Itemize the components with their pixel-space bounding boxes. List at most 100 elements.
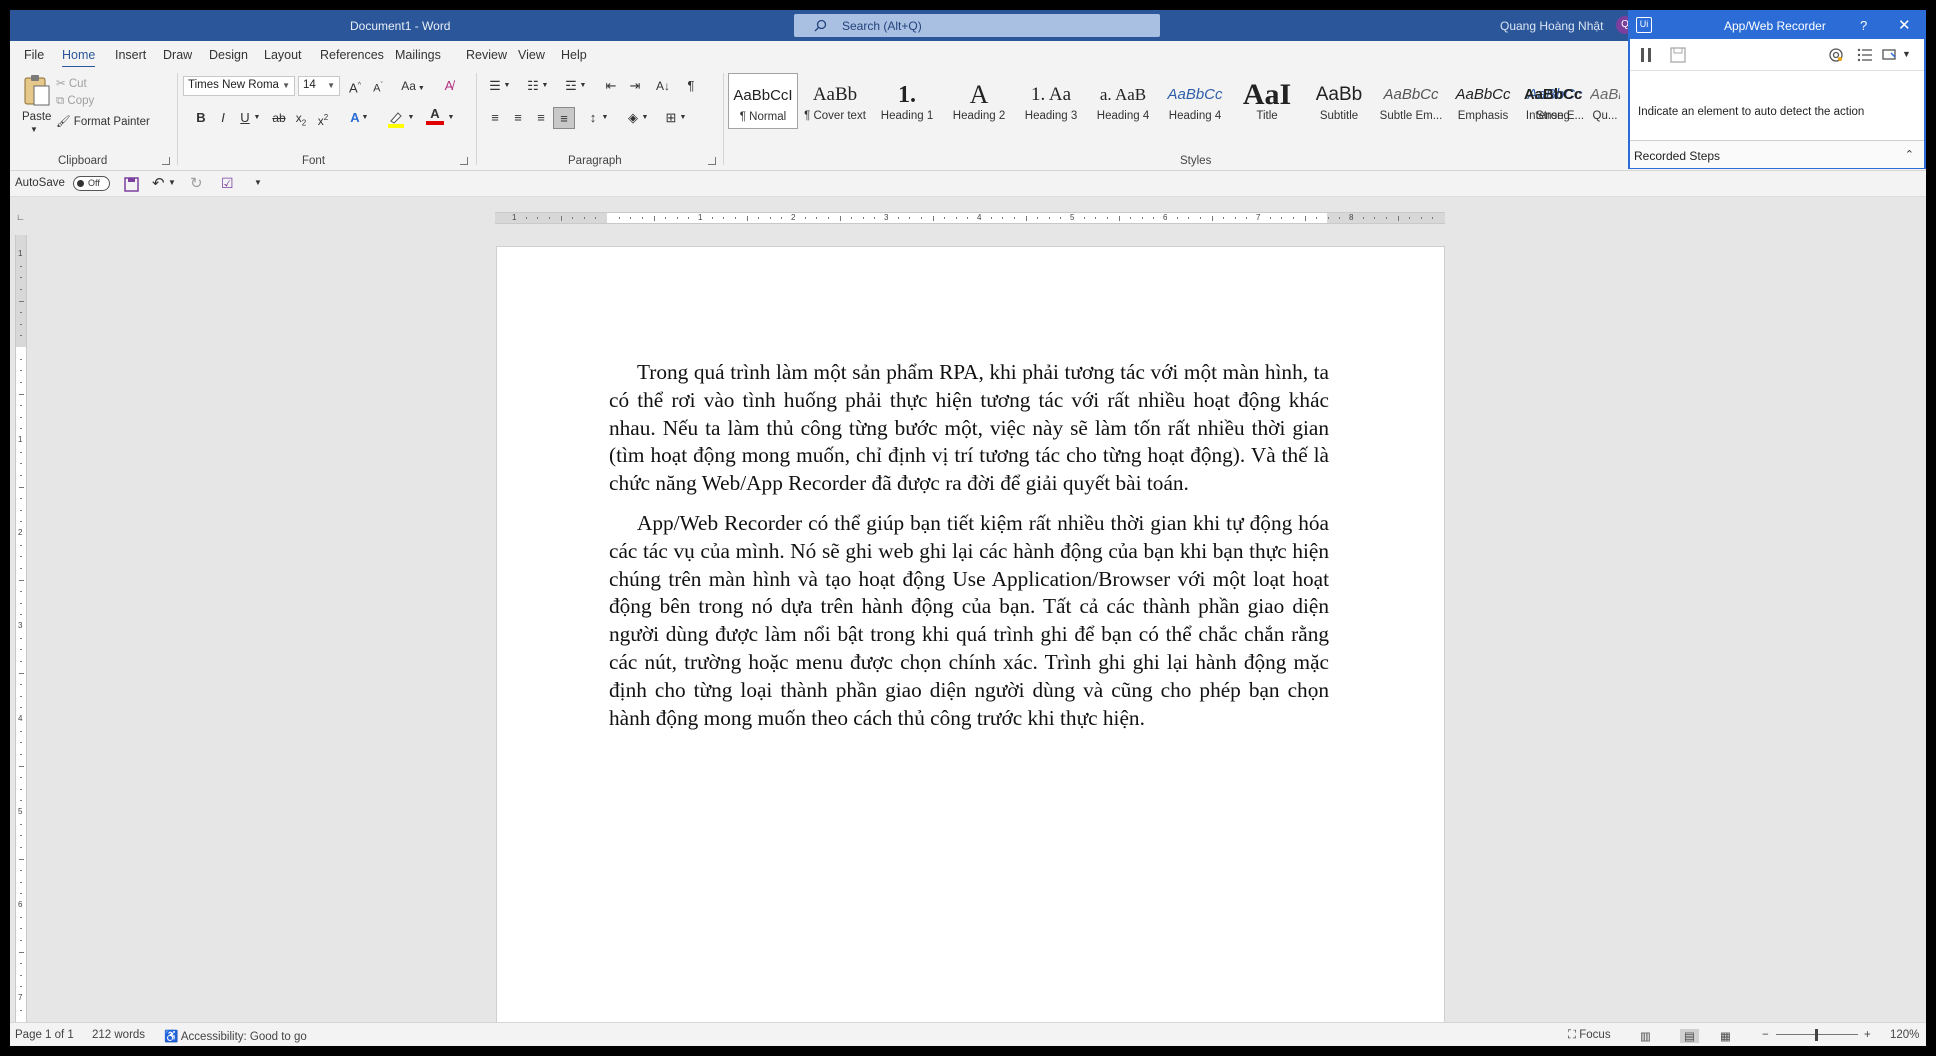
style-heading-3[interactable]: 1. Aa Heading 3 — [1016, 73, 1086, 129]
style-normal[interactable]: AaBbCcI ¶ Normal — [728, 73, 798, 129]
tab-draw[interactable]: Draw — [163, 48, 192, 62]
clear-formatting-icon[interactable]: A̸ — [438, 75, 460, 97]
paragraph-1[interactable]: Trong quá trình làm một sản phẩm RPA, kh… — [609, 359, 1329, 498]
font-size-dropdown[interactable]: 14 ▼ — [298, 76, 340, 96]
target-icon[interactable] — [1828, 47, 1844, 63]
recorded-steps-header[interactable]: Recorded Steps ⌃ — [1630, 140, 1924, 168]
undo-icon[interactable]: ↶ — [152, 174, 165, 192]
tab-file[interactable]: File — [24, 48, 44, 62]
tab-references[interactable]: References — [320, 48, 384, 62]
style-heading-2[interactable]: A Heading 2 — [944, 73, 1014, 129]
strikethrough-icon[interactable]: ab — [268, 107, 290, 129]
vertical-ruler[interactable]: 1 1 2 3 4 5 6 7 — [15, 235, 27, 1023]
tab-home[interactable]: Home — [62, 48, 96, 68]
tab-layout[interactable]: Layout — [264, 48, 302, 62]
capture-dropdown-icon[interactable]: ▼ — [1902, 49, 1911, 59]
redo-icon[interactable]: ↻ — [190, 174, 203, 192]
bold-icon[interactable]: B — [190, 107, 212, 129]
search-box[interactable]: Search (Alt+Q) — [794, 14, 1160, 37]
underline-dropdown-icon[interactable]: ▼ — [252, 107, 262, 129]
document-workspace[interactable]: ∟ 1 1 2 3 4 5 6 7 8 1 1 2 3 4 5 6 7 Trong quá trình làm… — [10, 197, 1926, 1037]
tab-help[interactable]: Help — [561, 48, 587, 62]
highlight-icon[interactable] — [386, 110, 406, 128]
superscript-icon[interactable]: x2 — [312, 107, 334, 129]
format-painter-button[interactable]: 🖌 Format Painter — [56, 114, 150, 128]
text-effects-dropdown-icon[interactable]: ▼ — [360, 107, 370, 129]
tab-design[interactable]: Design — [209, 48, 248, 62]
paste-dropdown-icon[interactable]: ▼ — [30, 125, 38, 134]
style-quote[interactable]: AaBbCc Qu... — [1590, 73, 1620, 129]
shrink-font-icon[interactable]: Aˇ — [367, 75, 389, 97]
accessibility-status[interactable]: ♿ Accessibility: Good to go — [164, 1029, 307, 1043]
help-icon[interactable]: ? — [1860, 18, 1867, 33]
horizontal-ruler[interactable]: 1 1 2 3 4 5 6 7 8 — [495, 212, 1445, 224]
zoom-in-icon[interactable]: + — [1864, 1029, 1871, 1041]
cut-button[interactable]: ✂ Cut — [56, 76, 87, 90]
check-document-icon[interactable]: ☑ — [221, 175, 234, 192]
tab-insert[interactable]: Insert — [115, 48, 146, 62]
numbering-dropdown-icon[interactable]: ▼ — [540, 75, 550, 97]
font-name-dropdown[interactable]: Times New Roma ▼ — [183, 76, 295, 96]
paste-button[interactable]: Paste — [22, 111, 51, 123]
shading-dropdown-icon[interactable]: ▼ — [640, 107, 650, 129]
style-subtle-emphasis[interactable]: AaBbCc Subtle Em... — [1376, 73, 1446, 129]
customize-qat-icon[interactable]: ▼ — [254, 178, 262, 187]
align-left-icon[interactable]: ≡ — [484, 107, 506, 129]
font-launcher-icon[interactable] — [460, 157, 468, 165]
document-page[interactable]: Trong quá trình làm một sản phẩm RPA, kh… — [497, 247, 1444, 1037]
screen-capture-icon[interactable] — [1882, 47, 1900, 63]
font-color-dropdown-icon[interactable]: ▼ — [446, 107, 456, 129]
close-icon[interactable]: ✕ — [1898, 16, 1911, 34]
decrease-indent-icon[interactable]: ⇤ — [600, 75, 622, 97]
zoom-level[interactable]: 120% — [1890, 1029, 1919, 1041]
show-formatting-icon[interactable]: ¶ — [680, 75, 702, 97]
steps-list-icon[interactable] — [1857, 47, 1873, 63]
style-title[interactable]: AaI Title — [1232, 73, 1302, 129]
style-heading-4b[interactable]: AaBbCc Heading 4 — [1160, 73, 1230, 129]
style-subtitle[interactable]: AaBb Subtitle — [1304, 73, 1374, 129]
style-emphasis[interactable]: AaBbCc Emphasis — [1448, 73, 1518, 129]
clipboard-launcher-icon[interactable] — [162, 157, 170, 165]
style-strong[interactable]: AaBbCc Strong — [1518, 73, 1588, 129]
style-heading-4[interactable]: a. AaB Heading 4 — [1088, 73, 1158, 129]
pause-icon[interactable] — [1640, 47, 1652, 63]
save-icon[interactable] — [124, 177, 139, 192]
paste-icon[interactable] — [22, 73, 52, 107]
zoom-slider-thumb[interactable] — [1815, 1029, 1818, 1041]
multilevel-dropdown-icon[interactable]: ▼ — [578, 75, 588, 97]
focus-button[interactable]: ⛶ Focus — [1568, 1029, 1611, 1042]
grow-font-icon[interactable]: A^ — [344, 75, 366, 97]
web-layout-icon[interactable]: ▦ — [1720, 1029, 1731, 1043]
line-spacing-dropdown-icon[interactable]: ▼ — [600, 107, 610, 129]
paragraph-2[interactable]: App/Web Recorder có thể giúp bạn tiết ki… — [609, 510, 1329, 732]
print-layout-icon[interactable]: ▤ — [1680, 1029, 1699, 1043]
style-heading-1[interactable]: 1. Heading 1 — [872, 73, 942, 129]
tab-review[interactable]: Review — [466, 48, 507, 62]
sort-icon[interactable]: A↓ — [652, 75, 674, 97]
save-recording-icon[interactable] — [1670, 47, 1686, 63]
change-case-button[interactable]: Aa ▼ — [398, 75, 428, 97]
read-mode-icon[interactable]: ▥ — [1640, 1029, 1651, 1043]
tab-stop-selector-icon[interactable]: ∟ — [16, 212, 25, 222]
word-count[interactable]: 212 words — [92, 1029, 145, 1041]
borders-dropdown-icon[interactable]: ▼ — [678, 107, 688, 129]
tab-view[interactable]: View — [518, 48, 545, 62]
undo-dropdown-icon[interactable]: ▼ — [168, 178, 176, 187]
increase-indent-icon[interactable]: ⇥ — [624, 75, 646, 97]
zoom-out-icon[interactable]: − — [1762, 1029, 1769, 1041]
align-center-icon[interactable]: ≡ — [507, 107, 529, 129]
align-right-icon[interactable]: ≡ — [530, 107, 552, 129]
paragraph-launcher-icon[interactable] — [708, 157, 716, 165]
user-name[interactable]: Quang Hoàng Nhật — [1500, 19, 1603, 33]
font-color-icon[interactable]: A — [426, 105, 444, 125]
highlight-dropdown-icon[interactable]: ▼ — [406, 107, 416, 129]
style-cover-text[interactable]: AaBb ¶ Cover text — [800, 73, 870, 129]
bullets-dropdown-icon[interactable]: ▼ — [502, 75, 512, 97]
tab-mailings[interactable]: Mailings — [395, 48, 441, 62]
page-count[interactable]: Page 1 of 1 — [15, 1029, 74, 1041]
justify-icon[interactable]: ≡ — [553, 107, 575, 129]
autosave-toggle[interactable]: Off — [73, 176, 110, 191]
chevron-up-icon[interactable]: ⌃ — [1905, 148, 1914, 161]
copy-button[interactable]: ⧉ Copy — [56, 95, 94, 108]
subscript-icon[interactable]: x2 — [290, 107, 312, 129]
